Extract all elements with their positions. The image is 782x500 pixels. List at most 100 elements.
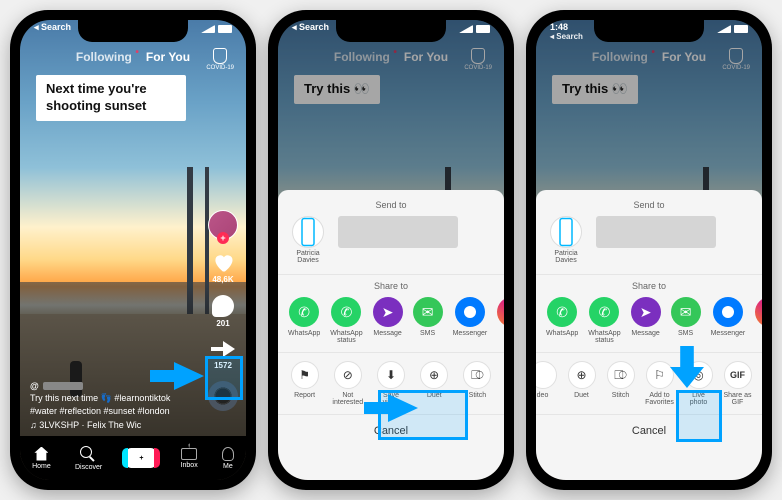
notch bbox=[336, 20, 446, 42]
tg-icon: ➤ bbox=[631, 297, 661, 327]
app-label: WhatsApp status bbox=[588, 330, 620, 344]
share-app-message[interactable]: ➤ Message bbox=[373, 297, 403, 337]
app-label: WhatsApp bbox=[546, 330, 578, 337]
action-report[interactable]: ⚑Report bbox=[288, 361, 321, 399]
share-app-messenger[interactable]: Messenger bbox=[453, 297, 488, 337]
app-label: SMS bbox=[420, 330, 435, 337]
video-description: Try this next time 👣 #learnontiktok #wat… bbox=[30, 392, 190, 417]
share-app-inst[interactable]: ◉Inst bbox=[755, 297, 762, 337]
follow-plus-icon[interactable]: + bbox=[217, 232, 229, 244]
tab-foryou[interactable]: For You bbox=[146, 50, 190, 64]
right-action-rail: + 48,6K 201 1572 bbox=[208, 210, 238, 411]
comment-button[interactable]: 201 bbox=[212, 295, 234, 328]
author-avatar[interactable]: + bbox=[208, 210, 238, 240]
nav-me[interactable]: Me bbox=[222, 447, 234, 470]
action-duet[interactable]: ⊕Duet bbox=[567, 361, 596, 399]
covid-badge[interactable]: COVID-19 bbox=[206, 48, 234, 71]
cancel-button[interactable]: Cancel bbox=[536, 414, 762, 449]
cancel-button[interactable]: Cancel bbox=[278, 414, 504, 449]
action-share-as-gif[interactable]: GIFShare as GIF bbox=[723, 361, 752, 406]
action-stitch[interactable]: ⎄Stitch bbox=[461, 361, 494, 399]
app-label: Message bbox=[373, 330, 401, 337]
contacts-row[interactable]: Patricia Davies bbox=[278, 216, 504, 272]
share-icon bbox=[211, 339, 235, 359]
nav-inbox[interactable]: Inbox bbox=[181, 448, 198, 469]
video-caption: Next time you're shooting sunset bbox=[36, 75, 186, 121]
share-app-sms[interactable]: ✉SMS bbox=[671, 297, 701, 337]
ig-icon: ◉ bbox=[755, 297, 762, 327]
tab-following[interactable]: Following bbox=[76, 50, 132, 64]
music-row[interactable]: ♫ 3LVKSHP · Felix The Wic bbox=[30, 419, 190, 432]
ig-icon: ◉ bbox=[497, 297, 504, 327]
action-label: Add to Favorites bbox=[645, 392, 674, 406]
share-app-sms[interactable]: ✉ SMS bbox=[413, 297, 443, 337]
action-label: Duet bbox=[427, 392, 442, 399]
msg-icon: ✉ bbox=[671, 297, 701, 327]
action-icon bbox=[536, 361, 557, 389]
action-label: Live photo bbox=[684, 392, 713, 406]
action-icon: ⊘ bbox=[334, 361, 362, 389]
share-app-whatsapp[interactable]: ✆ WhatsApp bbox=[546, 297, 578, 337]
action-icon: ⎄ bbox=[607, 361, 635, 389]
share-app-messenger[interactable]: Messenger bbox=[711, 297, 746, 337]
notch bbox=[78, 20, 188, 42]
app-label: Messenger bbox=[711, 330, 746, 337]
tg-icon: ➤ bbox=[373, 297, 403, 327]
shield-icon bbox=[213, 48, 227, 64]
share-button[interactable]: 1572 bbox=[211, 339, 235, 370]
sound-disc[interactable] bbox=[208, 381, 238, 411]
action-not-interested[interactable]: ⊘ Not interested bbox=[331, 361, 364, 406]
like-button[interactable]: 48,6K bbox=[211, 251, 235, 284]
action-icon: ⊕ bbox=[420, 361, 448, 389]
bottom-nav: Home Discover + Inbox Me bbox=[20, 436, 246, 480]
share-app-whatsapp[interactable]: ✆WhatsApp bbox=[288, 297, 320, 337]
send-to-header: Send to bbox=[278, 200, 504, 210]
action-label: deo bbox=[537, 392, 549, 399]
video-meta: @ Try this next time 👣 #learnontiktok #w… bbox=[30, 380, 190, 432]
action-duet[interactable]: ⊕ Duet bbox=[418, 361, 451, 399]
blurred-contacts bbox=[338, 216, 458, 248]
action-save-video[interactable]: ⬇Save video bbox=[374, 361, 407, 406]
wa-icon: ✆ bbox=[547, 297, 577, 327]
username[interactable]: @ bbox=[30, 380, 190, 393]
back-label[interactable]: ◂ Search bbox=[34, 23, 71, 33]
create-icon: + bbox=[126, 448, 156, 468]
actions-row[interactable]: deo⊕Duet⎄Stitch⚐Add to Favorites◎Live ph… bbox=[536, 352, 762, 414]
action-add-to-favorites[interactable]: ⚐Add to Favorites bbox=[645, 361, 674, 406]
share-app-message[interactable]: ➤ Message bbox=[631, 297, 661, 337]
action-label: Not interested bbox=[331, 392, 364, 406]
wa-icon: ✆ bbox=[331, 297, 361, 327]
action-icon: ⬇ bbox=[377, 361, 405, 389]
screen: 1:48 ◂ Search Following For You COVID-19… bbox=[536, 20, 762, 480]
apps-row[interactable]: ✆WhatsApp ✆WhatsApp status ➤ Message ✉ SMS Mes… bbox=[278, 297, 504, 352]
contact-item[interactable]: Patricia Davies bbox=[288, 216, 328, 264]
share-to-header: Share to bbox=[278, 274, 504, 291]
apps-row[interactable]: ✆ WhatsApp ✆WhatsApp status ➤ Message ✉SMS Mes… bbox=[536, 297, 762, 352]
phone-mockup-3: 1:48 ◂ Search Following For You COVID-19… bbox=[526, 10, 772, 490]
action-icon: GIF bbox=[724, 361, 752, 389]
action-deo[interactable]: deo bbox=[536, 361, 557, 399]
msg-icon: ✉ bbox=[413, 297, 443, 327]
sms-icon bbox=[455, 297, 485, 327]
nav-home[interactable]: Home bbox=[32, 447, 51, 470]
back-label[interactable]: ◂ Search bbox=[550, 33, 583, 42]
nav-create[interactable]: + bbox=[126, 448, 156, 468]
share-app-whatsapp-status[interactable]: ✆WhatsApp status bbox=[588, 297, 620, 344]
share-app-inst[interactable]: ◉Inst bbox=[497, 297, 504, 337]
action-stitch[interactable]: ⎄Stitch bbox=[606, 361, 635, 399]
app-label: Messenger bbox=[453, 330, 488, 337]
comment-icon bbox=[212, 295, 234, 317]
app-label: Message bbox=[631, 330, 659, 337]
action-icon: ⚑ bbox=[291, 361, 319, 389]
contacts-row[interactable]: Patricia Davies bbox=[536, 216, 762, 272]
notch bbox=[594, 20, 704, 42]
phone-icon bbox=[550, 216, 582, 248]
contact-item[interactable]: Patricia Davies bbox=[546, 216, 586, 264]
share-sheet: Send to Patricia Davies Share to ✆WhatsA… bbox=[536, 190, 762, 480]
screen: ◂ Search Following For You COVID-19 Try … bbox=[278, 20, 504, 480]
sms-icon bbox=[713, 297, 743, 327]
share-app-whatsapp-status[interactable]: ✆WhatsApp status bbox=[330, 297, 362, 344]
back-label[interactable]: ◂ Search bbox=[292, 23, 329, 33]
nav-discover[interactable]: Discover bbox=[75, 446, 102, 471]
actions-row[interactable]: ⚑Report ⊘ Not interested ⬇Save video ⊕ Duet ⎄S… bbox=[278, 352, 504, 414]
